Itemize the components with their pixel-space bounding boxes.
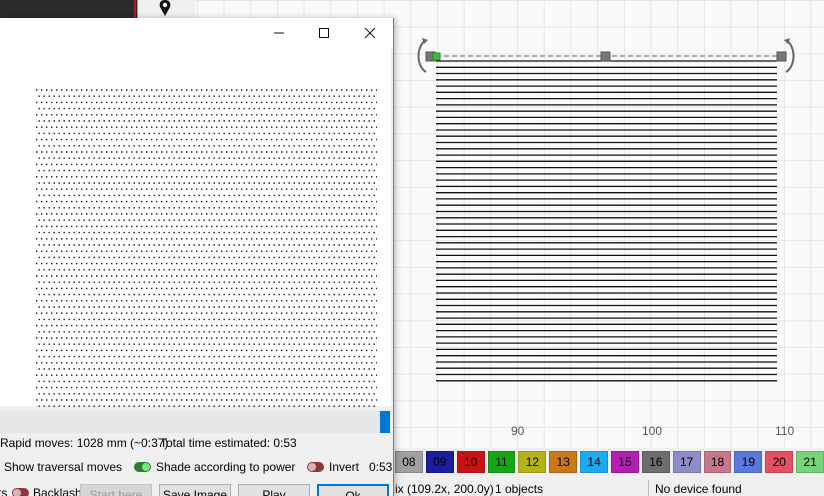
preview-pattern xyxy=(36,89,377,414)
truncated-label: ts xyxy=(0,486,8,496)
playback-slider-thumb[interactable] xyxy=(380,411,390,433)
status-bar: ix (109.2x, 200.0y) 1 objects No device … xyxy=(395,480,824,496)
origin-handle[interactable] xyxy=(432,52,441,61)
invert-label: Invert xyxy=(329,460,360,474)
color-swatch-17[interactable]: 17 xyxy=(672,451,701,473)
preview-options: Show traversal moves Shade according to … xyxy=(0,460,394,476)
color-swatch-12[interactable]: 12 xyxy=(518,451,547,473)
estimate-stats: Rapid moves: 1028 mm (~0:37) Total time … xyxy=(0,436,394,452)
maximize-icon xyxy=(319,28,329,38)
status-object-count: 1 objects xyxy=(495,482,544,496)
minimize-icon xyxy=(274,32,284,34)
selection-handle-mid[interactable] xyxy=(600,51,611,62)
shade-power-toggle[interactable] xyxy=(134,462,151,472)
maximize-button[interactable] xyxy=(301,18,347,48)
shade-power-label: Shade according to power xyxy=(156,460,296,474)
color-swatch-18[interactable]: 18 xyxy=(703,451,732,473)
color-swatch-10[interactable]: 10 xyxy=(456,451,485,473)
ruler-label-90: 90 xyxy=(511,424,525,438)
preview-dialog: Rapid moves: 1028 mm (~0:37) Total time … xyxy=(0,18,394,496)
color-swatch-09[interactable]: 09 xyxy=(425,451,454,473)
dialog-titlebar[interactable] xyxy=(0,18,393,48)
color-swatch-15[interactable]: 15 xyxy=(611,451,639,473)
total-time-text: Total time estimated: 0:53 xyxy=(160,436,297,450)
play-button[interactable]: Play xyxy=(238,484,310,496)
color-swatch-21[interactable]: 21 xyxy=(796,451,824,473)
color-swatch-19[interactable]: 19 xyxy=(734,451,763,473)
elapsed-time: 0:53 xyxy=(369,460,393,474)
shade-power-option[interactable]: Shade according to power xyxy=(134,460,295,474)
minimize-button[interactable] xyxy=(256,18,302,48)
backlash-label: Backlash xyxy=(33,486,82,496)
ruler-label-100: 100 xyxy=(642,424,663,438)
dialog-button-row: ts Backlash Start here Save Image Play O… xyxy=(0,484,394,496)
backlash-option[interactable]: Backlash xyxy=(12,486,82,496)
show-traversal-label[interactable]: Show traversal moves xyxy=(4,460,122,474)
status-device: No device found xyxy=(655,482,742,496)
save-image-button[interactable]: Save Image xyxy=(159,484,231,496)
rotate-right-icon[interactable] xyxy=(785,39,795,73)
color-swatch-14[interactable]: 14 xyxy=(580,451,609,473)
status-divider xyxy=(648,480,649,496)
color-swatch-11[interactable]: 11 xyxy=(487,451,516,473)
start-here-button[interactable]: Start here xyxy=(80,484,152,496)
color-swatch-13[interactable]: 13 xyxy=(549,451,578,473)
close-button[interactable] xyxy=(347,18,393,48)
color-swatch-20[interactable]: 20 xyxy=(765,451,794,473)
color-swatch-16[interactable]: 16 xyxy=(641,451,670,473)
toolpath-preview[interactable] xyxy=(0,48,391,414)
rapid-moves-text: Rapid moves: 1028 mm (~0:37) xyxy=(0,436,169,450)
invert-toggle[interactable] xyxy=(307,462,324,472)
ok-button[interactable]: Ok xyxy=(317,484,389,496)
color-swatch-08[interactable]: 08 xyxy=(395,451,423,473)
ruler-label-110: 110 xyxy=(775,424,795,438)
color-palette: 08 09 10 11 12 13 14 15 16 17 18 19 20 21 xyxy=(395,448,824,476)
playback-slider[interactable] xyxy=(0,411,391,433)
selection-handle-right[interactable] xyxy=(776,51,787,62)
rotate-left-icon[interactable] xyxy=(417,39,427,73)
status-coordinates: ix (109.2x, 200.0y) xyxy=(395,482,494,496)
backlash-toggle[interactable] xyxy=(12,488,29,496)
close-icon xyxy=(364,27,376,39)
invert-option[interactable]: Invert xyxy=(307,460,359,474)
